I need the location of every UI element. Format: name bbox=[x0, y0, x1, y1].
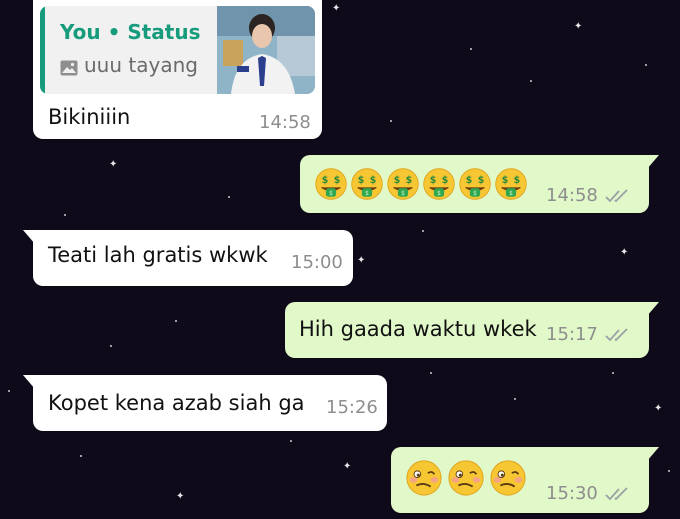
money-mouth-face-emoji bbox=[386, 167, 420, 201]
star-icon: ✦ bbox=[109, 159, 118, 170]
message-time: 14:58 bbox=[546, 185, 598, 206]
incoming-message-with-reply[interactable]: You • Status uuu tayang Bikiniiin 14:58 bbox=[33, 0, 322, 139]
message-text: Hih gaada waktu wkek bbox=[299, 317, 537, 341]
woozy-face-emoji bbox=[489, 459, 527, 497]
star-icon: ✦ bbox=[574, 21, 583, 32]
message-text: Kopet kena azab siah ga bbox=[48, 391, 305, 415]
message-text: Bikiniiin bbox=[48, 105, 131, 129]
money-mouth-face-emoji bbox=[314, 167, 348, 201]
star-dot bbox=[668, 470, 670, 472]
incoming-message[interactable]: Teati lah gratis wkwk 15:00 bbox=[23, 230, 353, 286]
star-icon: ✦ bbox=[343, 461, 352, 472]
quote-text: uuu tayang bbox=[84, 53, 198, 77]
star-icon: ✦ bbox=[332, 3, 341, 14]
star-dot bbox=[64, 214, 66, 216]
message-time: 14:58 bbox=[259, 112, 311, 133]
money-mouth-face-emoji bbox=[422, 167, 456, 201]
star-dot bbox=[8, 390, 10, 392]
read-double-check-icon bbox=[605, 327, 633, 343]
money-mouth-face-emoji bbox=[350, 167, 384, 201]
star-dot bbox=[430, 372, 432, 374]
quoted-status-reply[interactable]: You • Status uuu tayang bbox=[40, 6, 315, 94]
outgoing-message[interactable]: Hih gaada waktu wkek 15:17 bbox=[285, 302, 659, 358]
star-dot bbox=[470, 48, 472, 50]
star-icon: ✦ bbox=[176, 491, 185, 502]
star-icon: ✦ bbox=[620, 247, 629, 258]
star-dot bbox=[390, 120, 392, 122]
outgoing-emoji-message[interactable]: 15:30 bbox=[391, 447, 659, 513]
read-double-check-icon bbox=[605, 188, 633, 204]
star-dot bbox=[530, 80, 532, 82]
quote-author: You • Status bbox=[60, 20, 201, 44]
star-dot bbox=[175, 320, 177, 322]
star-icon: ✦ bbox=[357, 255, 366, 266]
star-dot bbox=[645, 64, 647, 66]
money-mouth-face-emoji bbox=[494, 167, 528, 201]
message-time: 15:26 bbox=[326, 397, 378, 418]
photo-icon bbox=[60, 60, 78, 76]
money-mouth-face-emoji bbox=[458, 167, 492, 201]
quote-accent-bar bbox=[40, 6, 45, 94]
star-dot bbox=[80, 455, 82, 457]
woozy-face-emoji bbox=[447, 459, 485, 497]
star-dot bbox=[228, 196, 230, 198]
status-thumbnail[interactable] bbox=[217, 6, 315, 94]
message-time: 15:17 bbox=[546, 324, 598, 345]
star-dot bbox=[110, 345, 112, 347]
star-dot bbox=[290, 440, 292, 442]
star-dot bbox=[422, 230, 424, 232]
message-time: 15:30 bbox=[546, 483, 598, 504]
outgoing-emoji-message[interactable]: 14:58 bbox=[300, 155, 659, 213]
read-double-check-icon bbox=[605, 486, 633, 502]
star-dot bbox=[612, 372, 614, 374]
star-icon: ✦ bbox=[654, 403, 663, 414]
message-time: 15:00 bbox=[291, 252, 343, 273]
star-dot bbox=[514, 398, 516, 400]
message-text: Teati lah gratis wkwk bbox=[48, 243, 268, 267]
incoming-message[interactable]: Kopet kena azab siah ga 15:26 bbox=[23, 375, 387, 431]
woozy-face-emoji bbox=[405, 459, 443, 497]
